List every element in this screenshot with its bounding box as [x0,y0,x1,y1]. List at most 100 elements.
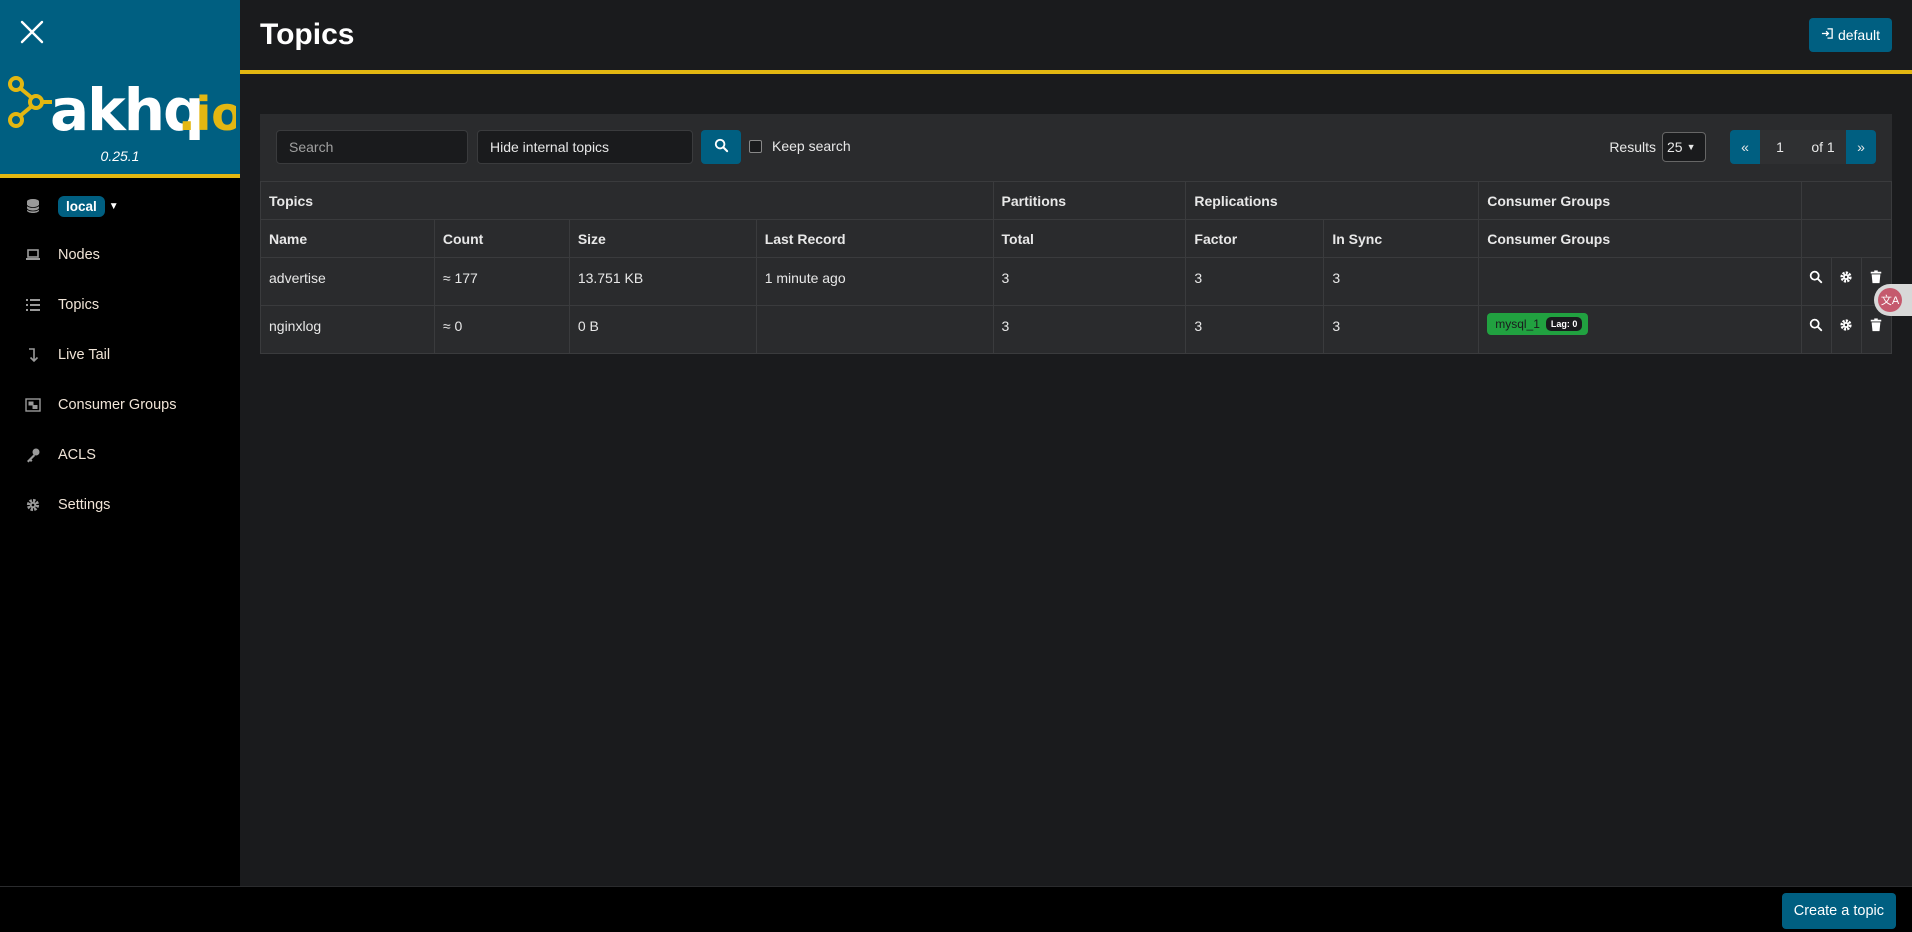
translate-icon[interactable]: 文A [1874,284,1912,316]
results-control: Results 25 ▼ [1609,130,1706,164]
page-size-value: 25 [1667,139,1683,155]
akhq-logo: akhq .io [4,66,243,144]
search-button[interactable] [701,130,741,164]
col-size: Size [568,219,757,258]
next-page-button[interactable]: » [1846,130,1876,164]
consumer-groups-cell: mysql_1 Lag: 0 [1478,305,1802,354]
translate-glyph-icon: 文A [1878,288,1902,312]
sidebar-item-settings[interactable]: Settings [0,485,240,525]
consumer-groups-cell [1478,257,1802,306]
sign-in-icon [1821,27,1834,43]
chevron-down-icon: ▼ [1686,142,1696,152]
group-header-actions [1801,181,1892,220]
topic-size: 13.751 KB [568,257,757,306]
topics-table: Topics Partitions Replications Consumer … [260,181,1893,354]
sidebar-item-consumer-groups[interactable]: Consumer Groups [0,385,240,425]
sidebar-item-nodes[interactable]: Nodes [0,235,240,275]
group-header-partitions: Partitions [992,181,1187,220]
table-row[interactable]: nginxlog ≈ 0 0 B 3 3 3 mysql_1 Lag: 0 [260,305,1893,354]
view-topic-button[interactable] [1801,305,1832,354]
topic-count: ≈ 0 [433,305,570,354]
laptop-icon [24,246,42,264]
col-count: Count [433,219,570,258]
sidebar-item-label: ACLS [58,447,96,463]
sidebar: akhq .io 0.25.1 local ▼ Nodes Topics Liv… [0,0,243,886]
column-header-row: Name Count Size Last Record Total Factor… [260,219,1892,258]
consumer-group-name: mysql_1 [1495,317,1540,331]
object-group-icon [24,396,42,414]
gear-icon [1839,319,1853,335]
sidebar-item-label: Topics [58,297,100,313]
group-header-row: Topics Partitions Replications Consumer … [260,181,1892,220]
consumer-group-badge[interactable]: mysql_1 Lag: 0 [1487,313,1589,335]
topic-last-record [755,305,994,354]
sidebar-item-label: Nodes [58,247,100,263]
col-in-sync: In Sync [1323,219,1480,258]
view-topic-button[interactable] [1801,257,1832,306]
create-topic-button[interactable]: Create a topic [1781,893,1896,929]
cluster-badge: local [58,195,105,217]
database-icon [24,197,42,215]
list-icon [24,296,42,314]
topics-panel: Hide internal topics Keep search Results… [260,114,1893,354]
current-page: 1 [1760,130,1800,164]
replication-in-sync: 3 [1323,305,1480,354]
configure-topic-button[interactable] [1830,305,1862,354]
search-icon [1809,270,1823,287]
key-icon [24,446,42,464]
replication-factor: 3 [1185,257,1325,306]
caret-down-icon: ▼ [108,200,119,212]
gear-icon [1839,271,1853,287]
sidebar-item-acls[interactable]: ACLS [0,435,240,475]
trash-icon [1869,270,1883,287]
total-pages: of 1 [1800,130,1846,164]
col-last-record: Last Record [755,219,994,258]
topic-last-record: 1 minute ago [755,257,994,306]
topic-size: 0 B [568,305,757,354]
page-size-select[interactable]: 25 ▼ [1662,132,1706,162]
topic-name[interactable]: advertise [260,257,435,306]
sidebar-item-topics[interactable]: Topics [0,285,240,325]
lag-badge: Lag: 0 [1545,317,1583,331]
close-icon[interactable] [16,16,48,48]
default-label: default [1837,27,1880,43]
search-bar: Hide internal topics Keep search Results… [260,114,1892,182]
sidebar-item-label: Settings [58,497,111,513]
keep-search: Keep search [749,138,851,154]
configure-topic-button[interactable] [1830,257,1862,306]
keep-search-label: Keep search [772,138,851,154]
topic-name[interactable]: nginxlog [260,305,435,354]
sidebar-item-live-tail[interactable]: Live Tail [0,335,240,375]
default-button[interactable]: default [1808,18,1892,52]
col-actions [1801,219,1892,258]
page-title: Topics [260,18,355,51]
app-version: 0.25.1 [100,148,140,164]
group-header-consumer-groups: Consumer Groups [1478,181,1802,220]
table-row[interactable]: advertise ≈ 177 13.751 KB 1 minute ago 3… [260,257,1893,306]
topic-count: ≈ 177 [433,257,570,306]
cluster-selector[interactable]: local ▼ [0,186,240,226]
footer-bar: Create a topic [0,886,1912,932]
keep-search-checkbox[interactable] [749,139,762,153]
group-header-replications: Replications [1185,181,1480,220]
svg-text:.io: .io [178,87,236,140]
trash-icon [1869,318,1883,335]
page-header: Topics default [240,0,1912,74]
level-down-icon [24,346,42,364]
sidebar-item-label: Live Tail [58,347,111,363]
col-name: Name [260,219,435,258]
search-input[interactable] [276,130,468,164]
group-header-topics: Topics [260,181,994,220]
prev-page-button[interactable]: « [1730,130,1760,164]
results-label: Results [1609,139,1656,155]
internal-topics-select[interactable]: Hide internal topics [477,130,693,164]
gear-icon [24,496,42,514]
replication-in-sync: 3 [1323,257,1480,306]
col-factor: Factor [1185,219,1325,258]
col-total: Total [992,219,1187,258]
search-icon [1809,318,1823,335]
brand-header: akhq .io 0.25.1 [0,0,243,178]
replication-factor: 3 [1185,305,1325,354]
sidebar-item-label: Consumer Groups [58,397,177,413]
search-icon [714,138,729,157]
